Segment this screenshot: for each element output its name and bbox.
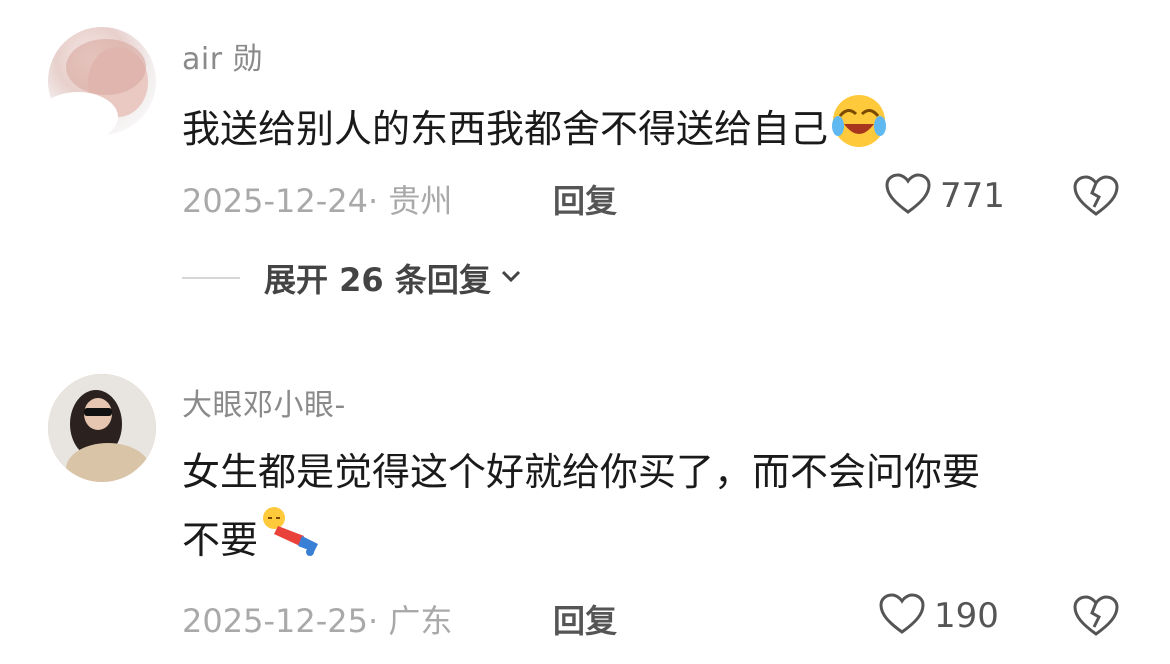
laughing-crying-emoji xyxy=(830,92,888,171)
heart-outline-icon xyxy=(878,592,926,640)
expand-replies-label: 展开 26 条回复 xyxy=(264,261,491,299)
like-count: 190 xyxy=(934,596,999,636)
comment-text: 女生都是觉得这个好就给你买了，而不会问你要 不要 xyxy=(182,438,1110,579)
date-location: 2025-12-24· 贵州 xyxy=(182,182,453,220)
like-count: 771 xyxy=(940,176,1005,216)
comment-text-content: 我送给别人的东西我都舍不得送给自己 xyxy=(182,107,829,151)
broken-heart-icon xyxy=(1072,595,1120,642)
lying-down-emoji xyxy=(260,506,322,579)
username[interactable]: 大眼邓小眼- xyxy=(182,380,346,424)
heart-outline-icon xyxy=(884,172,932,220)
comment-text-content: 不要 xyxy=(182,518,259,562)
comment-text-content: 女生都是觉得这个好就给你买了，而不会问你要 xyxy=(182,450,981,494)
comment-text: 我送给别人的东西我都舍不得送给自己 xyxy=(182,92,1110,171)
avatar[interactable] xyxy=(48,374,156,482)
dislike-button[interactable] xyxy=(1072,594,1120,642)
date-location: 2025-12-25· 广东 xyxy=(182,602,453,640)
username[interactable]: air 勋 xyxy=(182,34,263,78)
divider xyxy=(182,277,240,279)
like-button[interactable]: 190 xyxy=(878,592,999,640)
like-button[interactable]: 771 xyxy=(884,172,1005,220)
chevron-down-icon xyxy=(499,267,523,289)
reply-button[interactable]: 回复 xyxy=(553,176,617,222)
avatar[interactable] xyxy=(48,27,156,135)
broken-heart-icon xyxy=(1072,175,1120,222)
expand-replies-button[interactable]: 展开 26 条回复 xyxy=(182,255,523,301)
dislike-button[interactable] xyxy=(1072,174,1120,222)
reply-button[interactable]: 回复 xyxy=(553,596,617,642)
